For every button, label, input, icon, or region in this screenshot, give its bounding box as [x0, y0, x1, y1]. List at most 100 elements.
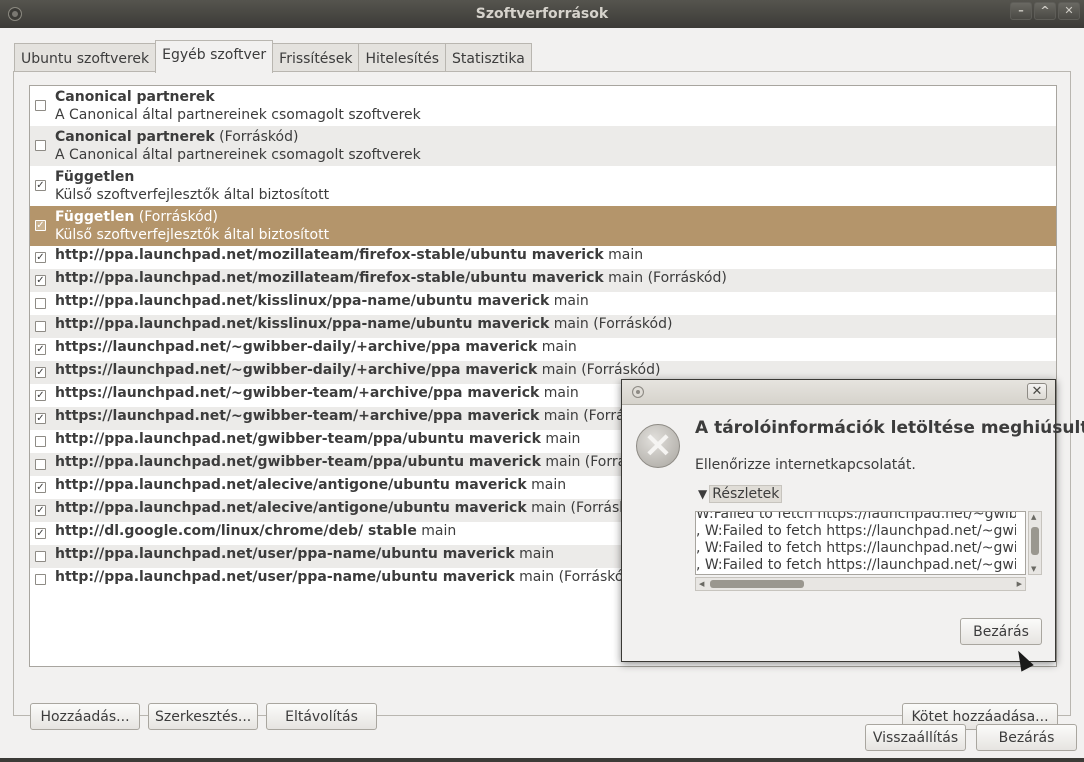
- dialog-message: Ellenőrizze internetkapcsolatát.: [695, 457, 916, 473]
- remove-button[interactable]: Eltávolítás: [266, 703, 377, 730]
- edit-button[interactable]: Szerkesztés...: [148, 703, 258, 730]
- source-suffix: main (Forráskód): [549, 316, 673, 332]
- details-vertical-scrollbar[interactable]: ▲ ▼: [1028, 511, 1042, 575]
- source-checkbox[interactable]: ✓: [35, 367, 46, 378]
- source-checkbox[interactable]: ✓: [35, 413, 46, 424]
- maximize-button[interactable]: ^: [1034, 2, 1056, 20]
- scroll-up-arrow-icon[interactable]: ▲: [1031, 513, 1036, 521]
- dialog-titlebar: ✕: [622, 380, 1055, 405]
- source-name: http://ppa.launchpad.net/kisslinux/ppa-n…: [55, 316, 550, 332]
- scroll-thumb[interactable]: [710, 580, 804, 588]
- source-row[interactable]: http://ppa.launchpad.net/kisslinux/ppa-n…: [30, 292, 1056, 315]
- source-row[interactable]: ✓ Független Külső szoftverfejlesztők által…: [30, 166, 1056, 206]
- details-line: , W:Failed to fetch https://launchpad.ne…: [696, 557, 1016, 573]
- source-suffix: (Forráskód): [134, 209, 219, 225]
- source-checkbox[interactable]: ✓: [35, 252, 46, 263]
- source-row[interactable]: ✓ http://ppa.launchpad.net/mozillateam/fi…: [30, 246, 1056, 269]
- source-checkbox[interactable]: ✓: [35, 505, 46, 516]
- source-row[interactable]: Canonical partnerek A Canonical által par…: [30, 86, 1056, 126]
- source-name: http://ppa.launchpad.net/mozillateam/fir…: [55, 247, 604, 263]
- source-name: https://launchpad.net/~gwibber-daily/+ar…: [55, 339, 538, 355]
- source-suffix: (Forráskód): [214, 129, 299, 145]
- source-description: Külső szoftverfejlesztők által biztosíto…: [55, 227, 330, 243]
- details-line: , W:Failed to fetch https://launchpad.ne…: [696, 523, 1016, 539]
- source-name: http://ppa.launchpad.net/user/ppa-name/u…: [55, 546, 515, 562]
- source-checkbox[interactable]: ✓: [35, 528, 46, 539]
- source-checkbox[interactable]: [35, 100, 46, 111]
- source-row[interactable]: Canonical partnerek (Forráskód) A Canonic…: [30, 126, 1056, 166]
- details-line: , W:Failed to fetch https://launchpad.ne…: [696, 540, 1016, 556]
- source-suffix: main: [539, 385, 579, 401]
- close-window-button[interactable]: ✕: [1058, 2, 1080, 20]
- tab-statistics[interactable]: Statisztika: [445, 43, 532, 72]
- window-bottom-border: [0, 758, 1084, 762]
- source-checkbox[interactable]: [35, 298, 46, 309]
- tab-authentication[interactable]: Hitelesítés: [358, 43, 447, 72]
- source-checkbox[interactable]: ✓: [35, 482, 46, 493]
- source-suffix: main: [537, 339, 577, 355]
- source-name: http://ppa.launchpad.net/gwibber-team/pp…: [55, 431, 541, 447]
- revert-button[interactable]: Visszaállítás: [865, 724, 966, 751]
- source-suffix: main (Forráskód): [514, 569, 638, 585]
- tab-updates[interactable]: Frissítések: [272, 43, 360, 72]
- source-row[interactable]: ✓ https://launchpad.net/~gwibber-daily/+a…: [30, 338, 1056, 361]
- source-suffix: main (Forráskód): [603, 270, 727, 286]
- source-checkbox[interactable]: [35, 436, 46, 447]
- error-dialog: ✕ × A tárolóinformációk letöltése meghiú…: [621, 379, 1084, 662]
- source-row[interactable]: ✓ Független (Forráskód) Külső szoftverfejl…: [30, 206, 1056, 246]
- scroll-thumb[interactable]: [1031, 527, 1039, 555]
- expander-label: Részletek: [709, 485, 783, 503]
- source-checkbox[interactable]: ✓: [35, 390, 46, 401]
- window-controls: – ^ ✕: [1010, 2, 1080, 20]
- source-checkbox[interactable]: ✓: [35, 220, 46, 231]
- source-name: http://ppa.launchpad.net/user/ppa-name/u…: [55, 569, 515, 585]
- source-checkbox[interactable]: ✓: [35, 344, 46, 355]
- source-checkbox[interactable]: [35, 140, 46, 151]
- source-name: https://launchpad.net/~gwibber-daily/+ar…: [55, 362, 538, 378]
- scroll-right-arrow-icon[interactable]: ▶: [1017, 578, 1022, 590]
- tab-ubuntu-software[interactable]: Ubuntu szoftverek: [14, 43, 157, 72]
- source-name: http://dl.google.com/linux/chrome/deb/ s…: [55, 523, 417, 539]
- source-checkbox[interactable]: ✓: [35, 275, 46, 286]
- source-name: https://launchpad.net/~gwibber-team/+arc…: [55, 408, 540, 424]
- source-name: http://ppa.launchpad.net/kisslinux/ppa-n…: [55, 293, 550, 309]
- tab-other-software[interactable]: Egyéb szoftver: [155, 40, 274, 73]
- source-name: http://ppa.launchpad.net/gwibber-team/pp…: [55, 454, 541, 470]
- details-expander[interactable]: ▼ Részletek: [698, 485, 783, 503]
- dialog-heading: A tárolóinformációk letöltése meghiúsult: [695, 418, 1084, 438]
- source-checkbox[interactable]: ✓: [35, 180, 46, 191]
- minimize-button[interactable]: –: [1010, 2, 1032, 20]
- tab-bar: Ubuntu szoftverek Egyéb szoftver Frissít…: [14, 40, 532, 73]
- scroll-left-arrow-icon[interactable]: ◀: [699, 578, 704, 590]
- source-name: http://ppa.launchpad.net/mozillateam/fir…: [55, 270, 604, 286]
- source-suffix: main: [514, 546, 555, 562]
- window-title: Szoftverforrások: [475, 6, 609, 22]
- source-suffix: main: [603, 247, 644, 263]
- source-row[interactable]: http://ppa.launchpad.net/kisslinux/ppa-n…: [30, 315, 1056, 338]
- window-titlebar: Szoftverforrások – ^ ✕: [0, 0, 1084, 28]
- source-checkbox[interactable]: [35, 459, 46, 470]
- source-name: Független: [55, 209, 135, 225]
- source-checkbox[interactable]: [35, 574, 46, 585]
- dialog-menu-icon[interactable]: [632, 386, 644, 398]
- source-checkbox[interactable]: [35, 321, 46, 332]
- source-name: Független: [55, 169, 135, 185]
- details-textview[interactable]: W:Failed to fetch https://launchpad.net/…: [695, 511, 1026, 575]
- dialog-close-button[interactable]: ✕: [1027, 383, 1047, 400]
- source-description: A Canonical által partnereinek csomagolt…: [55, 147, 421, 163]
- source-name: https://launchpad.net/~gwibber-team/+arc…: [55, 385, 540, 401]
- source-description: Külső szoftverfejlesztők által biztosíto…: [55, 187, 330, 203]
- close-button[interactable]: Bezárás: [976, 724, 1077, 751]
- source-name: Canonical partnerek: [55, 89, 215, 105]
- expander-arrow-icon: ▼: [698, 487, 708, 501]
- source-suffix: main: [549, 293, 589, 309]
- dialog-close-text-button[interactable]: Bezárás: [960, 618, 1042, 645]
- details-horizontal-scrollbar[interactable]: ◀ ▶: [695, 577, 1026, 591]
- source-checkbox[interactable]: [35, 551, 46, 562]
- window-menu-icon[interactable]: [8, 7, 22, 21]
- add-button[interactable]: Hozzáadás...: [30, 703, 140, 730]
- source-suffix: main (Forráskód): [537, 362, 661, 378]
- source-suffix: main: [526, 477, 567, 493]
- source-row[interactable]: ✓ http://ppa.launchpad.net/mozillateam/fi…: [30, 269, 1056, 292]
- scroll-down-arrow-icon[interactable]: ▼: [1031, 565, 1036, 573]
